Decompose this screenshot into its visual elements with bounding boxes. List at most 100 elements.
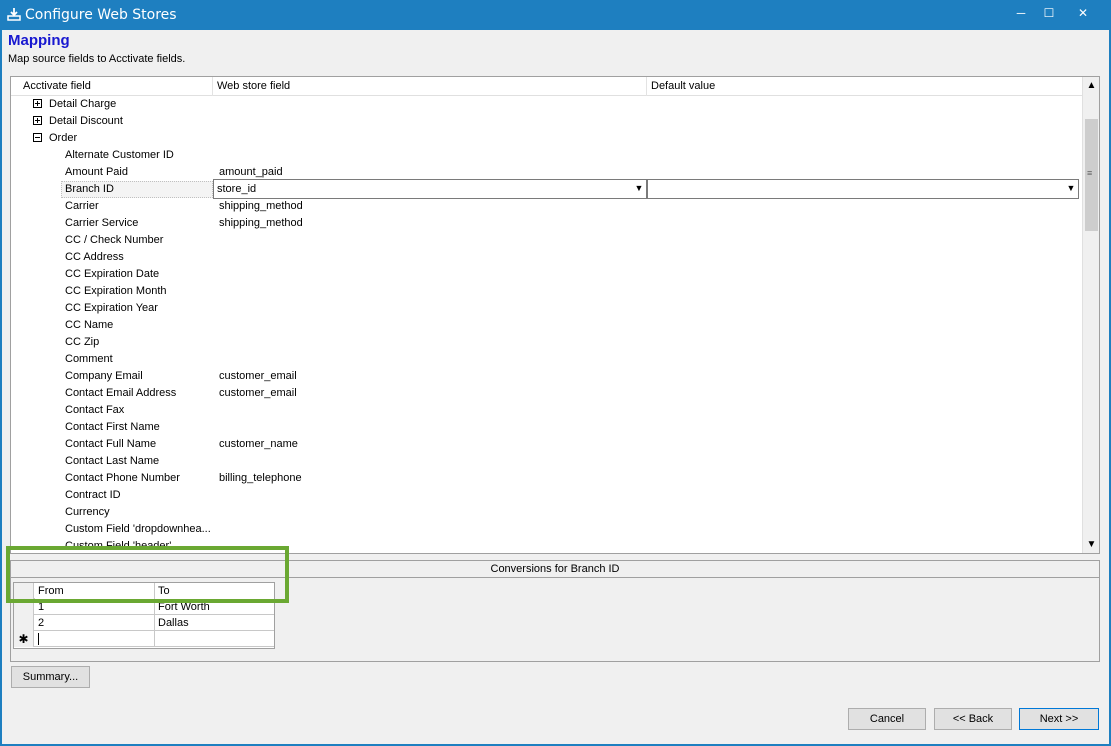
next-button-label: Next >> — [1039, 713, 1079, 725]
grid-row[interactable]: Contact First Name — [11, 419, 1083, 436]
acctivate-field-label: CC Expiration Year — [65, 302, 158, 314]
title-bar[interactable]: Configure Web Stores ─ ☐ ✕ — [0, 0, 1111, 30]
grid-row[interactable]: Currency — [11, 504, 1083, 521]
grid-row[interactable]: Contact Fax — [11, 402, 1083, 419]
grid-row[interactable]: Detail Discount — [11, 113, 1083, 130]
summary-button[interactable]: Summary... — [11, 666, 90, 688]
grid-row[interactable]: Order — [11, 130, 1083, 147]
acctivate-field-label: Contact Fax — [65, 404, 125, 416]
back-button[interactable]: << Back — [934, 708, 1012, 730]
grid-row[interactable]: CC Zip — [11, 334, 1083, 351]
new-conversion-from-cell[interactable] — [35, 631, 155, 647]
page-subtitle: Map source fields to Acctivate fields. — [8, 53, 186, 65]
maximize-button[interactable]: ☐ — [1032, 0, 1066, 26]
column-header-web-store-field[interactable]: Web store field — [213, 77, 647, 96]
acctivate-field-label: Branch ID — [65, 183, 114, 195]
close-button[interactable]: ✕ — [1066, 0, 1100, 26]
grid-row[interactable]: Company Email customer_email — [11, 368, 1083, 385]
acctivate-field-label: Contact First Name — [65, 421, 160, 433]
column-header-acctivate-field[interactable]: Acctivate field — [19, 77, 213, 96]
grid-row[interactable]: Contact Phone Number billing_telephone — [11, 470, 1083, 487]
cancel-button[interactable]: Cancel — [848, 708, 926, 730]
grid-row[interactable]: CC Address — [11, 249, 1083, 266]
grid-row[interactable]: Custom Field 'dropdownhea... — [11, 521, 1083, 538]
page-title: Mapping — [8, 32, 70, 49]
acctivate-field-label: Custom Field 'header' — [65, 540, 172, 552]
acctivate-field-label: CC / Check Number — [65, 234, 164, 246]
row-selector[interactable] — [14, 599, 34, 615]
grid-row[interactable]: Comment — [11, 351, 1083, 368]
download-icon — [7, 8, 21, 21]
expand-plus-icon[interactable] — [33, 99, 42, 108]
web-store-field-value[interactable]: billing_telephone — [219, 472, 302, 484]
collapse-minus-icon[interactable] — [33, 133, 42, 142]
conversions-title: Conversions for Branch ID — [11, 561, 1099, 578]
acctivate-field-label: Company Email — [65, 370, 143, 382]
grid-row[interactable]: CC Expiration Year — [11, 300, 1083, 317]
back-button-label: << Back — [952, 713, 994, 725]
conversion-to-cell[interactable]: Fort Worth — [155, 599, 274, 615]
grid-row[interactable]: Custom Field 'header' — [11, 538, 1083, 553]
grid-row[interactable]: Contract ID — [11, 487, 1083, 504]
conversion-row[interactable]: 2 Dallas — [14, 615, 274, 631]
default-value-dropdown[interactable]: ▼ — [647, 179, 1079, 199]
column-header-from[interactable]: From — [35, 583, 155, 599]
acctivate-field-label: Currency — [65, 506, 110, 518]
acctivate-field-label: CC Name — [65, 319, 114, 331]
conversions-grid[interactable]: From To 1 Fort Worth 2 Dallas ✱ — [13, 582, 275, 649]
acctivate-field-label: Custom Field 'dropdownhea... — [65, 523, 211, 535]
acctivate-field-label: CC Zip — [65, 336, 100, 348]
grid-row[interactable]: Carrier Service shipping_method — [11, 215, 1083, 232]
conversion-new-row[interactable]: ✱ — [14, 631, 274, 647]
web-store-field-value[interactable]: customer_name — [219, 438, 298, 450]
web-store-field-value[interactable]: amount_paid — [219, 166, 283, 178]
scroll-up-arrow-icon[interactable]: ▲ — [1083, 77, 1100, 94]
conversions-header-row: From To — [14, 583, 274, 599]
window-title: Configure Web Stores — [25, 7, 177, 23]
scroll-down-arrow-icon[interactable]: ▼ — [1083, 536, 1100, 553]
grid-rows: Detail Charge Detail Discount Order Alterna… — [11, 96, 1083, 553]
conversion-to-cell[interactable]: Dallas — [155, 615, 274, 631]
dialog-client-area: Mapping Map source fields to Acctivate f… — [2, 30, 1109, 744]
acctivate-field-label: Carrier — [65, 200, 99, 212]
mapping-grid[interactable]: Acctivate field Web store field Default … — [10, 76, 1100, 554]
conversion-from-cell[interactable]: 2 — [35, 615, 155, 631]
next-button[interactable]: Next >> — [1019, 708, 1099, 730]
new-conversion-to-cell[interactable] — [155, 631, 274, 647]
conversion-from-cell[interactable]: 1 — [35, 599, 155, 615]
web-store-field-dropdown[interactable]: store_id ▼ — [213, 179, 647, 199]
acctivate-field-label: Detail Discount — [49, 115, 123, 127]
web-store-field-value[interactable]: customer_email — [219, 370, 297, 382]
dropdown-arrow-icon[interactable]: ▼ — [1066, 183, 1076, 195]
grid-row[interactable]: Carrier shipping_method — [11, 198, 1083, 215]
web-store-field-value[interactable]: shipping_method — [219, 217, 303, 229]
grid-row[interactable]: Alternate Customer ID — [11, 147, 1083, 164]
expand-plus-icon[interactable] — [33, 116, 42, 125]
acctivate-field-label: Contact Full Name — [65, 438, 157, 450]
web-store-field-value[interactable]: customer_email — [219, 387, 297, 399]
configure-web-stores-window: Configure Web Stores ─ ☐ ✕ Mapping Map s… — [0, 0, 1111, 746]
grid-row[interactable]: CC Expiration Month — [11, 283, 1083, 300]
column-header-default-value[interactable]: Default value — [647, 77, 1083, 96]
grid-row[interactable]: CC Expiration Date — [11, 266, 1083, 283]
web-store-field-value[interactable]: shipping_method — [219, 200, 303, 212]
grid-header: Acctivate field Web store field Default … — [11, 77, 1083, 96]
grid-row[interactable]: Detail Charge — [11, 96, 1083, 113]
grid-row[interactable]: Contact Email Address customer_email — [11, 385, 1083, 402]
grid-row[interactable]: Contact Full Name customer_name — [11, 436, 1083, 453]
grid-row[interactable]: Contact Last Name — [11, 453, 1083, 470]
grid-vertical-scrollbar[interactable]: ▲ ≡ ▼ — [1082, 77, 1099, 553]
acctivate-field-label: CC Expiration Month — [65, 285, 167, 297]
grid-row[interactable]: Branch ID store_id ▼ ▼ — [11, 179, 1083, 199]
acctivate-field-label: Contract ID — [65, 489, 121, 501]
acctivate-field-label: Alternate Customer ID — [65, 149, 174, 161]
grid-row[interactable]: CC / Check Number — [11, 232, 1083, 249]
row-selector[interactable] — [14, 615, 34, 631]
web-store-field-value: store_id — [217, 183, 257, 195]
conversion-row[interactable]: 1 Fort Worth — [14, 599, 274, 615]
grid-row[interactable]: CC Name — [11, 317, 1083, 334]
acctivate-field-label: Order — [49, 132, 78, 144]
column-header-to[interactable]: To — [155, 583, 274, 599]
acctivate-field-label: Contact Phone Number — [65, 472, 180, 484]
dropdown-arrow-icon[interactable]: ▼ — [634, 183, 644, 195]
